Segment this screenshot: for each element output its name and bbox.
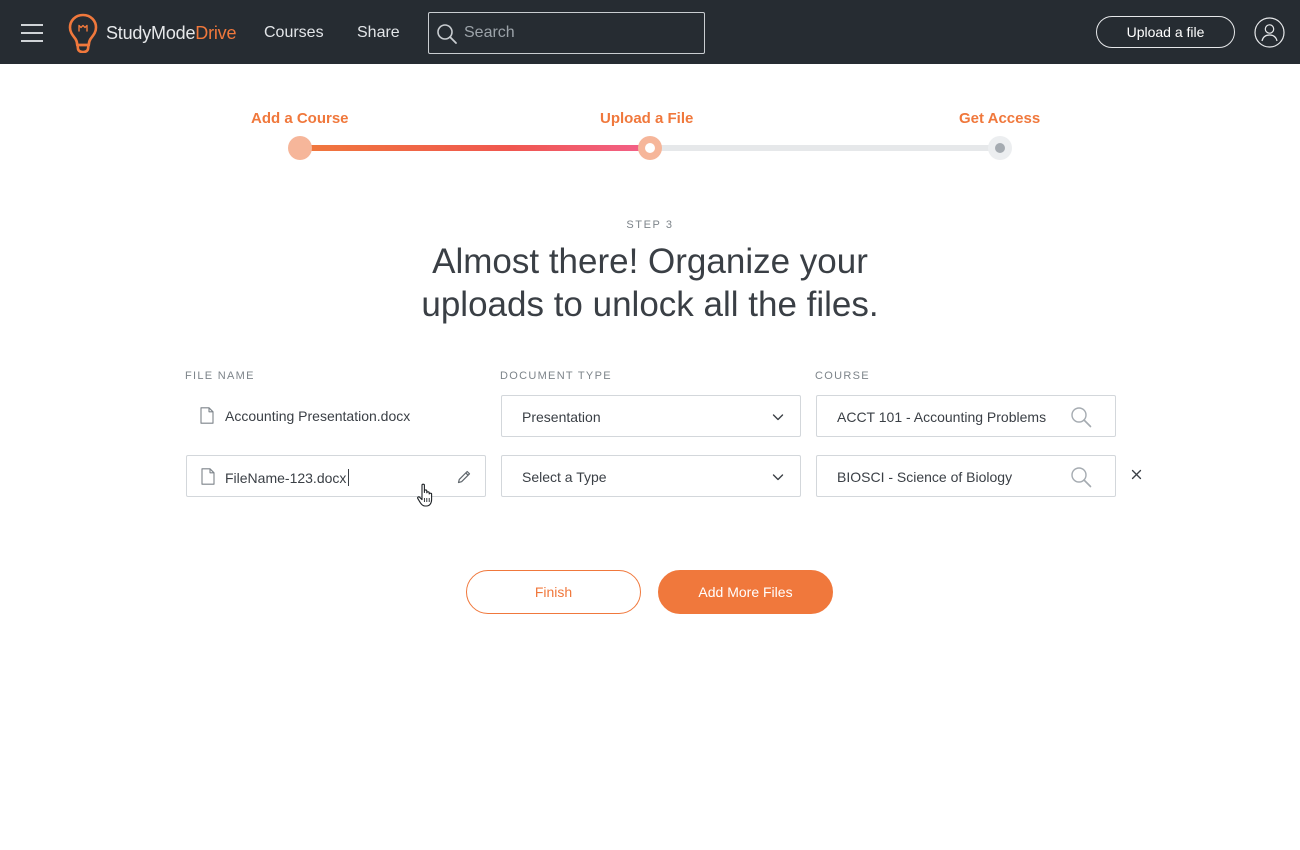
studymode-drive-logo[interactable]: StudyModeDrive (67, 13, 236, 53)
search-input[interactable] (464, 13, 699, 53)
search-icon (437, 24, 457, 44)
document-type-select[interactable]: Select a Type (501, 455, 801, 497)
course-value: ACCT 101 - Accounting Problems (837, 409, 1047, 425)
step-label-add-course[interactable]: Add a Course (251, 110, 349, 128)
page-heading: Almost there! Organize your uploads to un… (421, 242, 879, 324)
file-name-text: Accounting Presentation.docx (225, 408, 411, 424)
step-label-upload-file[interactable]: Upload a File (600, 110, 693, 128)
lightbulb-icon (68, 13, 98, 53)
file-name-display: Accounting Presentation.docx (186, 395, 486, 437)
step-eyebrow: STEP 3 (626, 219, 674, 231)
document-type-value: Select a Type (522, 469, 607, 485)
step-marker-upcoming-center (995, 143, 1005, 153)
top-navigation-bar: StudyModeDrive Courses Share Upload a fi… (0, 0, 1300, 64)
step-marker-complete (288, 136, 312, 160)
nav-link-share[interactable]: Share (357, 24, 400, 42)
document-type-select[interactable]: Presentation (501, 395, 801, 437)
pencil-icon[interactable] (456, 469, 472, 485)
course-search-field[interactable]: BIOSCI - Science of Biology (816, 455, 1116, 497)
column-header-document-type: DOCUMENT TYPE (500, 370, 612, 382)
add-more-files-button[interactable]: Add More Files (658, 570, 833, 614)
remove-row-close-icon[interactable] (1130, 468, 1143, 481)
column-header-file-name: FILE NAME (185, 370, 255, 382)
hamburger-menu-icon[interactable] (21, 22, 43, 42)
column-header-course: COURSE (815, 370, 870, 382)
progress-fill (300, 145, 650, 151)
document-icon (200, 407, 214, 424)
step-label-get-access[interactable]: Get Access (959, 110, 1040, 128)
search-box[interactable] (428, 12, 705, 54)
chevron-down-icon (772, 471, 784, 483)
upload-file-button[interactable]: Upload a file (1096, 16, 1235, 48)
magnifier-icon[interactable] (1070, 406, 1092, 428)
course-value: BIOSCI - Science of Biology (837, 469, 1013, 485)
document-type-value: Presentation (522, 409, 601, 425)
finish-button[interactable]: Finish (466, 570, 641, 614)
file-name-editing[interactable]: FileName-123.docx (225, 469, 350, 486)
nav-link-courses[interactable]: Courses (264, 24, 324, 42)
text-caret (348, 469, 350, 486)
file-name-input[interactable]: FileName-123.docx (186, 455, 486, 497)
magnifier-icon[interactable] (1070, 466, 1092, 488)
logo-wordmark: StudyModeDrive (106, 22, 237, 43)
course-search-field[interactable]: ACCT 101 - Accounting Problems (816, 395, 1116, 437)
chevron-down-icon (772, 411, 784, 423)
document-icon (201, 468, 215, 485)
step-marker-current (638, 136, 662, 160)
user-profile-icon[interactable] (1254, 17, 1285, 48)
